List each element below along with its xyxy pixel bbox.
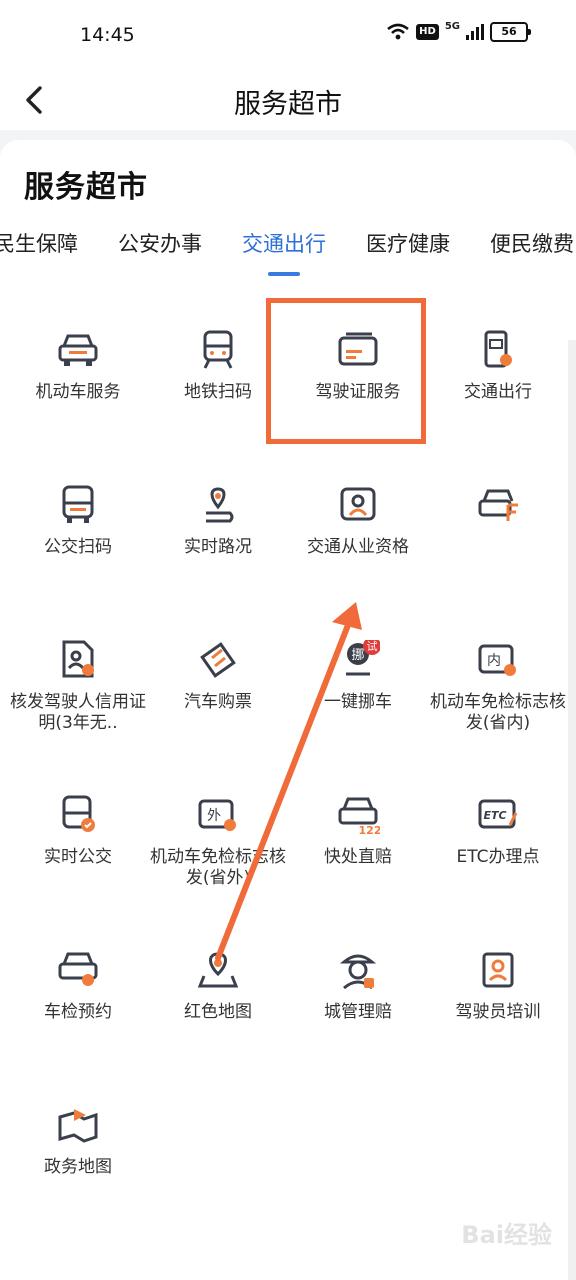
- annotation-arrow: [215, 602, 362, 961]
